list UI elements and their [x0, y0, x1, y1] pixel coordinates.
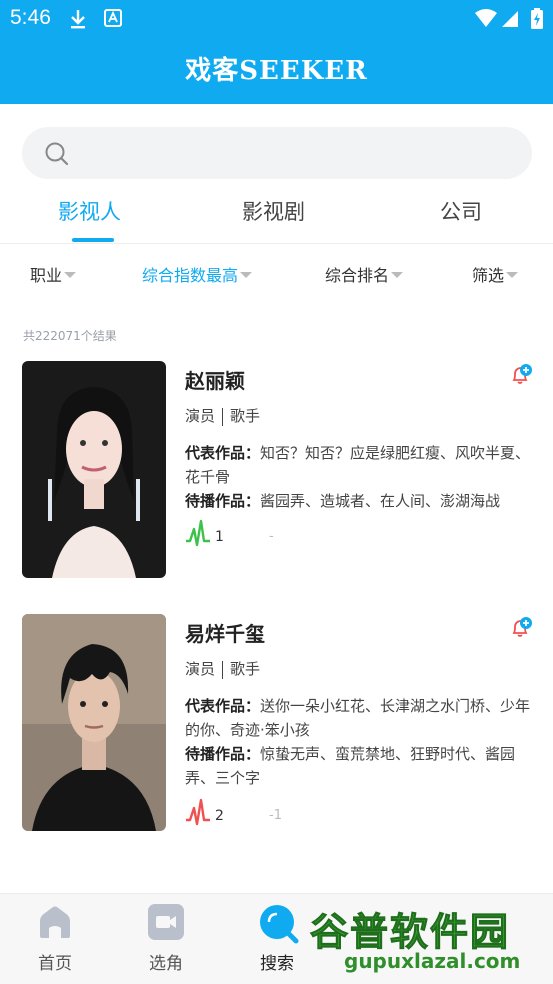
- search-icon: [259, 904, 299, 948]
- nav-label: 选角: [149, 954, 183, 974]
- wifi-icon: [474, 8, 498, 32]
- nav-label: 首页: [38, 954, 72, 974]
- role-label: 演员: [185, 660, 216, 678]
- caret-down-icon: [391, 271, 404, 278]
- category-tabs: 影视人 影视剧 公司: [0, 190, 553, 244]
- rank-change: -1: [269, 808, 282, 823]
- watermark-url: gupuxlazal.com: [344, 949, 521, 973]
- caret-down-icon: [240, 271, 253, 278]
- person-name: 赵丽颖: [185, 369, 245, 393]
- role-separator: [222, 407, 224, 426]
- person-photo[interactable]: [22, 614, 166, 831]
- cell-signal-icon: [500, 8, 520, 32]
- filter-bar: 职业 综合指数最高 综合排名 筛选: [0, 260, 553, 290]
- nav-casting[interactable]: 选角: [111, 894, 221, 984]
- person-roles: 演员 歌手: [185, 658, 260, 679]
- filter-label: 综合排名: [325, 266, 390, 285]
- works-label: 代表作品：: [185, 444, 261, 462]
- tab-companies[interactable]: 公司: [440, 196, 482, 226]
- active-tab-indicator: [72, 238, 114, 242]
- role-label: 歌手: [230, 407, 261, 425]
- app-store-icon: [104, 8, 122, 32]
- download-icon: [68, 8, 88, 34]
- nav-home[interactable]: 首页: [0, 894, 110, 984]
- representative-works: 代表作品：知否？知否？应是绿肥红瘦、风吹半夏、花千骨: [185, 441, 535, 489]
- role-separator: [222, 660, 224, 679]
- caret-down-icon: [506, 271, 519, 278]
- rank-value: 1: [215, 529, 224, 545]
- filter-profession[interactable]: 职业: [30, 262, 77, 286]
- result-count: 共222071个结果: [23, 329, 117, 343]
- filter-sort-index[interactable]: 综合指数最高: [142, 262, 253, 286]
- rank-value: 2: [215, 808, 224, 824]
- upcoming-works: 待播作品：酱园弄、造城者、在人间、澎湖海战: [185, 489, 535, 513]
- app-title: 戏客SEEKER: [185, 56, 368, 86]
- filter-screen[interactable]: 筛选: [472, 262, 519, 286]
- filter-overall-rank[interactable]: 综合排名: [325, 262, 404, 286]
- filter-label: 职业: [30, 266, 63, 285]
- role-label: 演员: [185, 407, 216, 425]
- follow-bell-icon[interactable]: [509, 616, 533, 644]
- result-card[interactable]: 易烊千玺 演员 歌手 代表作品：送你一朵小红花、长津湖之水门桥、少年的你、奇迹·笨…: [0, 614, 553, 834]
- trend-down-icon: [186, 798, 210, 830]
- filter-label: 筛选: [472, 266, 505, 285]
- search-input[interactable]: [22, 127, 532, 179]
- upcoming-label: 待播作品：: [185, 745, 261, 763]
- representative-works: 代表作品：送你一朵小红花、长津湖之水门桥、少年的你、奇迹·笨小孩: [185, 694, 535, 742]
- battery-icon: [530, 8, 544, 34]
- person-photo[interactable]: [22, 361, 166, 578]
- search-icon: [44, 141, 70, 171]
- follow-bell-icon[interactable]: [509, 363, 533, 391]
- person-name: 易烊千玺: [185, 622, 265, 646]
- status-time: 5:46: [10, 6, 51, 29]
- trend-up-icon: [186, 519, 210, 551]
- upcoming-works: 待播作品：惊蛰无声、蛮荒禁地、狂野时代、酱园弄、三个字: [185, 742, 535, 790]
- role-label: 歌手: [230, 660, 261, 678]
- upcoming-text: 酱园弄、造城者、在人间、澎湖海战: [260, 492, 501, 510]
- tab-dramas[interactable]: 影视剧: [242, 196, 305, 226]
- caret-down-icon: [64, 271, 77, 278]
- status-bar: 5:46: [0, 0, 553, 38]
- watermark-text: 谷普软件园: [309, 910, 511, 955]
- person-roles: 演员 歌手: [185, 405, 260, 426]
- filter-label: 综合指数最高: [142, 266, 239, 285]
- header: 5:46 戏客SEEKER: [0, 0, 553, 104]
- home-icon: [37, 904, 73, 944]
- video-icon: [148, 904, 184, 944]
- tab-people[interactable]: 影视人: [58, 196, 121, 226]
- watermark: 谷普软件园 gupuxlazal.com: [304, 895, 553, 975]
- works-label: 代表作品：: [185, 697, 261, 715]
- result-card[interactable]: 赵丽颖 演员 歌手 代表作品：知否？知否？应是绿肥红瘦、风吹半夏、花千骨 待播作品…: [0, 361, 553, 581]
- rank-change: -: [269, 529, 274, 544]
- upcoming-label: 待播作品：: [185, 492, 261, 510]
